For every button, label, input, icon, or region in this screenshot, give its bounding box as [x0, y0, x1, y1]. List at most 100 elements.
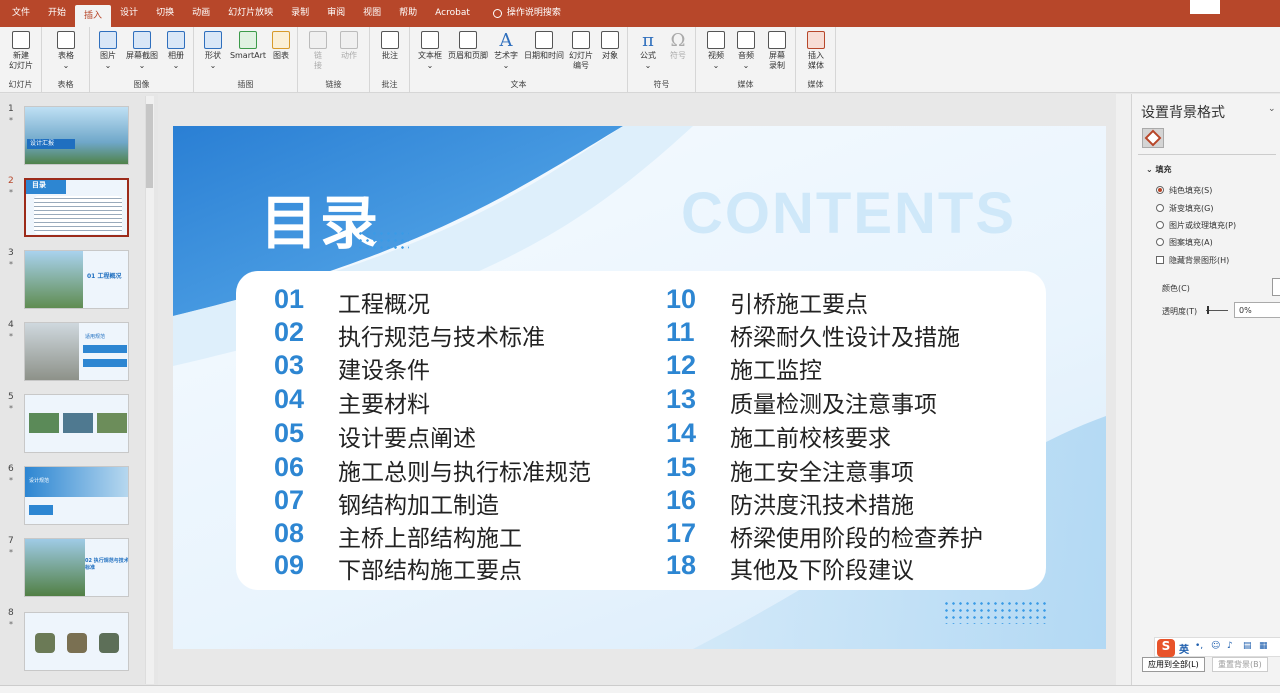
transparency-input[interactable]: 0% — [1234, 302, 1280, 318]
tab-design[interactable]: 设计 — [111, 0, 147, 27]
dot-pattern — [357, 230, 409, 250]
thumbnail-slide-6[interactable]: 设计规范 — [24, 466, 129, 525]
audio-button[interactable]: 音频 ⌄ — [732, 31, 760, 71]
apply-to-all-button[interactable]: 应用到全部(L) — [1142, 657, 1205, 672]
toc-item-text: 执行规范与技术标准 — [338, 325, 545, 351]
current-slide[interactable]: 目录 CONTENTS 01 工程概况 02 执行规范与技术标准 03 建设条件 04 主要材… — [173, 126, 1106, 649]
radio-pattern-fill[interactable] — [1156, 238, 1164, 246]
tab-acrobat[interactable]: Acrobat — [426, 0, 479, 27]
contents-watermark: CONTENTS — [681, 181, 1016, 246]
toc-item-text: 施工前校核要求 — [730, 426, 891, 452]
textbox-button[interactable]: 文本框 ⌄ — [414, 31, 446, 71]
table-button[interactable]: 表格 ⌄ — [48, 31, 84, 71]
canvas-scrollbar[interactable] — [1116, 94, 1131, 685]
screenshot-button[interactable]: 屏幕截图 ⌄ — [122, 31, 162, 71]
thumbnail-slide-3[interactable]: 01 工程概况 — [24, 250, 129, 309]
option-pattern-fill-label: 图案填充(A) — [1169, 238, 1213, 247]
toc-number: 12 — [666, 350, 697, 380]
action-button[interactable]: 动作 — [334, 31, 364, 61]
screen-record-icon — [768, 31, 786, 49]
album-button[interactable]: 相册 ⌄ — [162, 31, 190, 71]
object-button[interactable]: 对象 — [596, 31, 624, 61]
tab-animations[interactable]: 动画 — [183, 0, 219, 27]
paint-bucket-icon — [1144, 129, 1162, 147]
thumbnail-slide-8[interactable] — [24, 612, 129, 671]
insert-media-button[interactable]: 插入 媒体 — [802, 31, 830, 71]
toc-item-text: 下部结构施工要点 — [338, 558, 522, 584]
comment-button[interactable]: 批注 — [376, 31, 404, 61]
tab-slideshow[interactable]: 幻灯片放映 — [219, 0, 282, 27]
toc-item-text: 桥梁使用阶段的检查养护 — [730, 526, 983, 552]
toc-item-text: 施工监控 — [730, 358, 822, 384]
tab-insert[interactable]: 插入 — [75, 5, 112, 27]
tab-transitions[interactable]: 切换 — [147, 0, 183, 27]
format-background-pane: 设置背景格式 ⌄ ⌄ 填充 纯色填充(S) 渐变填充(G) 图片或纹理填充(P)… — [1131, 94, 1280, 685]
reset-background-button[interactable]: 重置背景(B) — [1212, 657, 1268, 672]
equation-button[interactable]: π 公式 ⌄ — [634, 31, 662, 71]
color-picker-button[interactable] — [1272, 278, 1280, 296]
wordart-icon: A — [499, 30, 513, 51]
tab-view[interactable]: 视图 — [354, 0, 390, 27]
bridge-photo — [25, 539, 85, 596]
header-footer-icon — [459, 31, 477, 49]
toc-number: 06 — [274, 452, 305, 482]
emoji-icon[interactable]: ☺ — [1211, 641, 1220, 651]
fill-section-header[interactable]: ⌄ 填充 — [1146, 164, 1172, 175]
thumbnail-slide-7[interactable]: 02 执行规范与技术标准 — [24, 538, 129, 597]
toc-number: 16 — [666, 485, 697, 515]
tab-home[interactable]: 开始 — [39, 0, 75, 27]
radio-picture-fill[interactable] — [1156, 221, 1164, 229]
transparency-slider[interactable] — [1206, 310, 1228, 311]
slide-number-button[interactable]: 幻灯片 编号 — [566, 31, 596, 71]
construction-photo — [25, 323, 79, 380]
thumbnail-slide-5[interactable] — [24, 394, 129, 453]
thumbnail-slide-1[interactable]: 设计汇报 — [24, 106, 129, 165]
microphone-icon[interactable]: ♪ — [1227, 641, 1233, 651]
new-slide-button[interactable]: 新建 幻灯片 — [3, 31, 39, 71]
keyboard-icon[interactable]: ▤ — [1243, 641, 1252, 651]
wordart-button[interactable]: A 艺术字 ⌄ — [490, 31, 522, 71]
screen-record-button[interactable]: 屏幕 录制 — [762, 31, 792, 71]
picture-button[interactable]: 图片 ⌄ — [94, 31, 122, 71]
toolbox-icon[interactable]: ▦ — [1259, 641, 1268, 651]
tab-record[interactable]: 录制 — [282, 0, 318, 27]
slider-handle[interactable] — [1207, 306, 1209, 314]
pane-title: 设置背景格式 — [1141, 105, 1225, 121]
radio-gradient-fill[interactable] — [1156, 204, 1164, 212]
toc-item-text: 引桥施工要点 — [730, 292, 868, 318]
toc-number: 09 — [274, 550, 305, 580]
thumbnail-scroll-thumb[interactable] — [146, 104, 153, 188]
tab-file[interactable]: 文件 — [0, 0, 39, 27]
header-footer-button[interactable]: 页眉和页脚 — [446, 31, 490, 61]
symbol-button[interactable]: Ω 符号 — [664, 31, 692, 61]
tell-me-search[interactable]: 操作说明搜索 — [507, 0, 561, 27]
toc-item-text: 质量检测及注意事项 — [730, 392, 937, 418]
hide-background-graphics-checkbox[interactable] — [1156, 256, 1164, 264]
thumbnail-slide-2[interactable]: 目录 — [24, 178, 129, 237]
window-control[interactable] — [1190, 0, 1220, 14]
ime-language-toggle[interactable]: 英 — [1179, 641, 1189, 656]
shapes-button[interactable]: 形状 ⌄ — [198, 31, 228, 71]
slide-number-icon — [572, 31, 590, 49]
ime-toolbar: S 英 •, ☺ ♪ ▤ ▦ — [1154, 637, 1280, 657]
fill-bucket-tab[interactable] — [1142, 128, 1164, 148]
tab-help[interactable]: 帮助 — [390, 0, 426, 27]
thumbnail-slide-4[interactable]: 适用规范 — [24, 322, 129, 381]
toc-item-text: 施工总则与执行标准规范 — [338, 460, 591, 486]
chevron-down-icon[interactable]: ⌄ — [1268, 104, 1276, 114]
smartart-button[interactable]: SmartArt — [228, 31, 268, 61]
tab-review[interactable]: 审阅 — [318, 0, 354, 27]
datetime-button[interactable]: 日期和时间 — [522, 31, 566, 61]
sogou-logo-icon[interactable]: S — [1157, 639, 1175, 657]
group-label: 图像 — [133, 80, 150, 89]
thumb-number: 4 — [8, 320, 14, 330]
link-button[interactable]: 链接 — [304, 31, 332, 71]
radio-solid-fill[interactable] — [1156, 186, 1164, 194]
toc-number: 10 — [666, 284, 697, 314]
chart-button[interactable]: 图表 — [268, 31, 294, 61]
group-label: 幻灯片 — [8, 80, 33, 89]
group-label: 媒体 — [807, 80, 824, 89]
video-button[interactable]: 视频 ⌄ — [702, 31, 730, 71]
speaker-icon — [737, 31, 755, 49]
punctuation-icon[interactable]: •, — [1195, 641, 1203, 651]
